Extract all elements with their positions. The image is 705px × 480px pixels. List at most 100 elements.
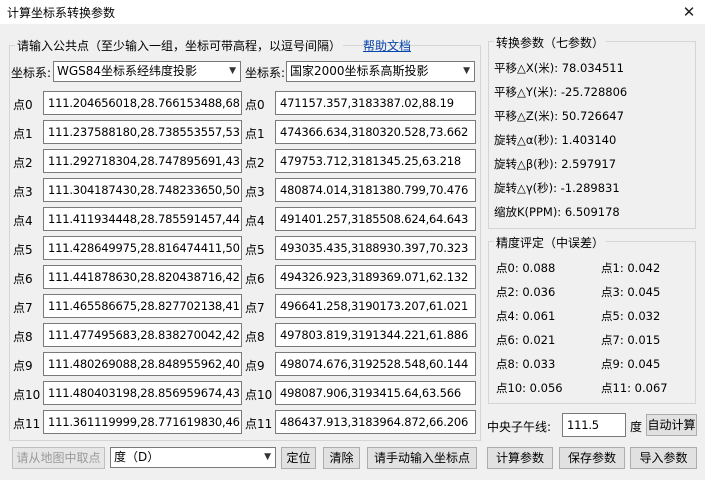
accuracy-value: 0.032 [627, 309, 661, 323]
accuracy-item: 点3: 0.045 [601, 284, 660, 300]
accuracy-value: 0.056 [529, 381, 563, 395]
target-point-input[interactable]: 497803.819,3191344.221,61.886 [275, 323, 476, 347]
source-point-input[interactable]: 111.480269088,28.848955962,40.377 [43, 352, 242, 376]
accuracy-value: 0.045 [627, 285, 661, 299]
target-point-input[interactable]: 479753.712,3181345.25,63.218 [275, 149, 476, 173]
accuracy-label: 点9: [601, 357, 624, 371]
param-row: 平移△Z(米): 50.726647 [494, 108, 624, 124]
accuracy-value: 0.033 [522, 357, 556, 371]
source-point-label: 点3 [13, 185, 33, 199]
accuracy-value: 0.045 [627, 357, 661, 371]
source-system-value: WGS84坐标系经纬度投影 [57, 64, 198, 78]
calculate-params-button[interactable]: 计算参数 [487, 447, 553, 469]
manual-input-button[interactable]: 请手动输入坐标点 [367, 447, 477, 469]
target-system-label: 坐标系: [245, 66, 286, 80]
param-label: 平移△X(米): [494, 61, 559, 75]
close-button[interactable]: ✕ [676, 1, 702, 23]
target-point-input[interactable]: 493035.435,3188930.397,70.323 [275, 236, 476, 260]
source-system-select[interactable]: WGS84坐标系经纬度投影 ▼ [53, 61, 241, 82]
accuracy-label: 点0: [496, 261, 519, 275]
target-point-label: 点4 [245, 214, 265, 228]
save-params-button[interactable]: 保存参数 [559, 447, 625, 469]
source-point-label: 点6 [13, 272, 33, 286]
source-point-input[interactable]: 111.304187430,28.748233650,50.654 [43, 178, 242, 202]
accuracy-label: 点8: [496, 357, 519, 371]
target-point-input[interactable]: 474366.634,3180320.528,73.662 [275, 120, 476, 144]
target-point-input[interactable]: 496641.258,3190173.207,61.021 [275, 294, 476, 318]
source-point-input[interactable]: 111.292718304,28.747895691,43.386 [43, 149, 242, 173]
source-point-label: 点4 [13, 214, 33, 228]
source-point-label: 点2 [13, 156, 33, 170]
target-point-label: 点0 [245, 98, 265, 112]
target-point-input[interactable]: 491401.257,3185508.624,64.643 [275, 207, 476, 231]
accuracy-item: 点5: 0.032 [601, 308, 660, 324]
source-point-label: 点9 [13, 359, 33, 373]
source-point-input[interactable]: 111.428649975,28.816474411,50.552 [43, 236, 242, 260]
target-system-value: 国家2000坐标系高斯投影 [290, 64, 429, 78]
source-point-label: 点5 [13, 243, 33, 257]
accuracy-label: 点1: [601, 261, 624, 275]
source-point-input[interactable]: 111.204656018,28.766153488,68.267 [43, 91, 242, 115]
target-point-input[interactable]: 486437.913,3183964.872,66.206 [275, 410, 476, 434]
source-point-input[interactable]: 111.237588180,28.738553557,53.796 [43, 120, 242, 144]
source-point-input[interactable]: 111.477495683,28.838270042,42.133 [43, 323, 242, 347]
meridian-label: 中央子午线: [487, 420, 552, 434]
accuracy-label: 点2: [496, 285, 519, 299]
chevron-down-icon: ▼ [229, 66, 236, 76]
accuracy-item: 点8: 0.033 [496, 356, 555, 372]
help-link[interactable]: 帮助文档 [363, 37, 411, 54]
meridian-input[interactable]: 111.5 [562, 413, 626, 437]
source-point-input[interactable]: 111.361119999,28.771619830,46.418 [43, 410, 242, 434]
target-system-select[interactable]: 国家2000坐标系高斯投影 ▼ [286, 61, 475, 82]
accuracy-value: 0.021 [522, 333, 556, 347]
locate-button[interactable]: 定位 [281, 447, 316, 469]
source-point-input[interactable]: 111.441878630,28.820438716,42.370 [43, 265, 242, 289]
accuracy-label: 点7: [601, 333, 624, 347]
import-params-button[interactable]: 导入参数 [630, 447, 697, 469]
accuracy-value: 0.042 [627, 261, 661, 275]
accuracy-panel-legend: 精度评定（中误差） [494, 234, 607, 251]
param-row: 旋转△γ(秒): -1.289831 [494, 180, 620, 196]
target-point-label: 点8 [245, 330, 265, 344]
accuracy-item: 点9: 0.045 [601, 356, 660, 372]
source-point-label: 点7 [13, 301, 33, 315]
clear-button[interactable]: 清除 [323, 447, 360, 469]
source-point-input[interactable]: 111.480403198,28.856959674,43.782 [43, 381, 242, 405]
source-point-input[interactable]: 111.411934448,28.785591457,44.905 [43, 207, 242, 231]
target-point-input[interactable]: 494326.923,3189369.071,62.132 [275, 265, 476, 289]
param-label: 旋转△α(秒): [494, 133, 558, 147]
map-pick-button[interactable]: 请从地图中取点 [12, 447, 105, 469]
accuracy-label: 点6: [496, 333, 519, 347]
auto-calc-button[interactable]: 自动计算 [646, 414, 697, 436]
accuracy-label: 点5: [601, 309, 624, 323]
accuracy-label: 点4: [496, 309, 519, 323]
chevron-down-icon: ▼ [463, 66, 470, 76]
unit-select[interactable]: 度（D） ▼ [110, 447, 276, 468]
accuracy-value: 0.067 [634, 381, 668, 395]
unit-select-value: 度（D） [114, 450, 160, 464]
param-value: 50.726647 [561, 109, 624, 123]
source-point-label: 点0 [13, 98, 33, 112]
target-point-label: 点7 [245, 301, 265, 315]
target-point-input[interactable]: 498074.676,3192528.548,60.144 [275, 352, 476, 376]
param-label: 旋转△γ(秒): [494, 181, 557, 195]
accuracy-value: 0.015 [627, 333, 661, 347]
source-system-label: 坐标系: [11, 66, 52, 80]
target-point-input[interactable]: 471157.357,3183387.02,88.19 [275, 91, 476, 115]
param-row: 缩放K(PPM): 6.509178 [494, 204, 620, 220]
source-point-input[interactable]: 111.465586675,28.827702138,41.273 [43, 294, 242, 318]
param-row: 平移△X(米): 78.034511 [494, 60, 624, 76]
source-point-label: 点10 [13, 388, 41, 402]
param-value: 78.034511 [561, 61, 624, 75]
target-point-label: 点3 [245, 185, 265, 199]
target-point-input[interactable]: 480874.014,3181380.799,70.476 [275, 178, 476, 202]
accuracy-value: 0.036 [522, 285, 556, 299]
accuracy-item: 点11: 0.067 [601, 380, 668, 396]
accuracy-value: 0.061 [522, 309, 556, 323]
accuracy-item: 点2: 0.036 [496, 284, 555, 300]
param-value: 2.597917 [561, 157, 617, 171]
target-point-input[interactable]: 498087.906,3193415.64,63.566 [275, 381, 476, 405]
param-value: -1.289831 [560, 181, 620, 195]
source-point-label: 点8 [13, 330, 33, 344]
target-point-label: 点10 [245, 388, 273, 402]
